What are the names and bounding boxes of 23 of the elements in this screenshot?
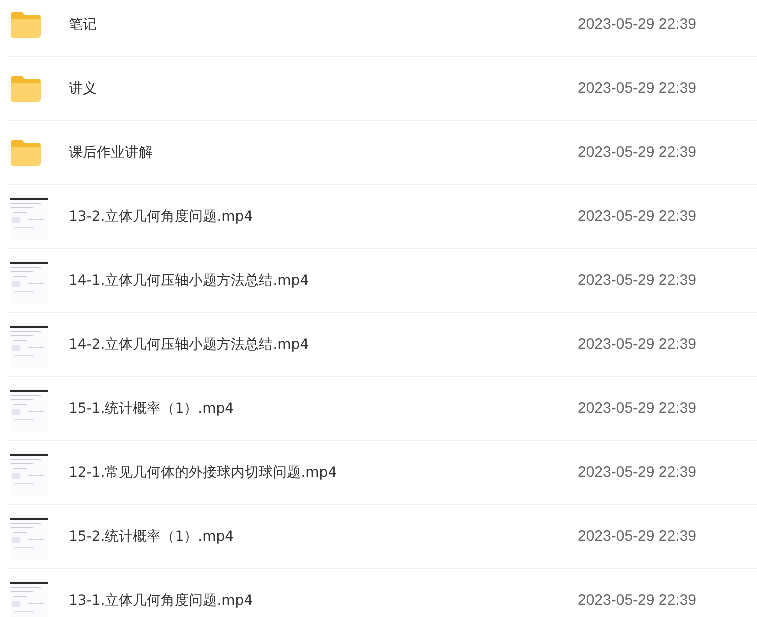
file-name[interactable]: 课后作业讲解 [69, 144, 578, 162]
file-name[interactable]: 15-2.统计概率（1）.mp4 [69, 528, 578, 546]
file-name[interactable]: 13-2.立体几何角度问题.mp4 [69, 208, 578, 226]
modified-date: 2023-05-29 22:39 [578, 272, 698, 289]
modified-date: 2023-05-29 22:39 [578, 464, 698, 481]
modified-date: 2023-05-29 22:39 [578, 208, 698, 225]
modified-date: 2023-05-29 22:39 [578, 80, 698, 97]
modified-date: 2023-05-29 22:39 [578, 592, 698, 609]
file-name[interactable]: 15-1.统计概率（1）.mp4 [69, 400, 578, 418]
modified-date: 2023-05-29 22:39 [578, 336, 698, 353]
folder-icon [10, 74, 42, 102]
modified-date: 2023-05-29 22:39 [578, 400, 698, 417]
file-name[interactable]: 14-1.立体几何压轴小题方法总结.mp4 [69, 272, 578, 290]
folder-icon [10, 138, 42, 166]
modified-date: 2023-05-29 22:39 [578, 16, 698, 33]
file-name[interactable]: 12-1.常见几何体的外接球内切球问题.mp4 [69, 464, 578, 482]
file-name[interactable]: 13-1.立体几何角度问题.mp4 [69, 592, 578, 610]
file-name[interactable]: 讲义 [69, 80, 578, 98]
modified-date: 2023-05-29 22:39 [578, 528, 698, 545]
modified-date: 2023-05-29 22:39 [578, 144, 698, 161]
folder-icon [10, 10, 42, 38]
file-name[interactable]: 笔记 [69, 16, 578, 34]
file-name[interactable]: 14-2.立体几何压轴小题方法总结.mp4 [69, 336, 578, 354]
